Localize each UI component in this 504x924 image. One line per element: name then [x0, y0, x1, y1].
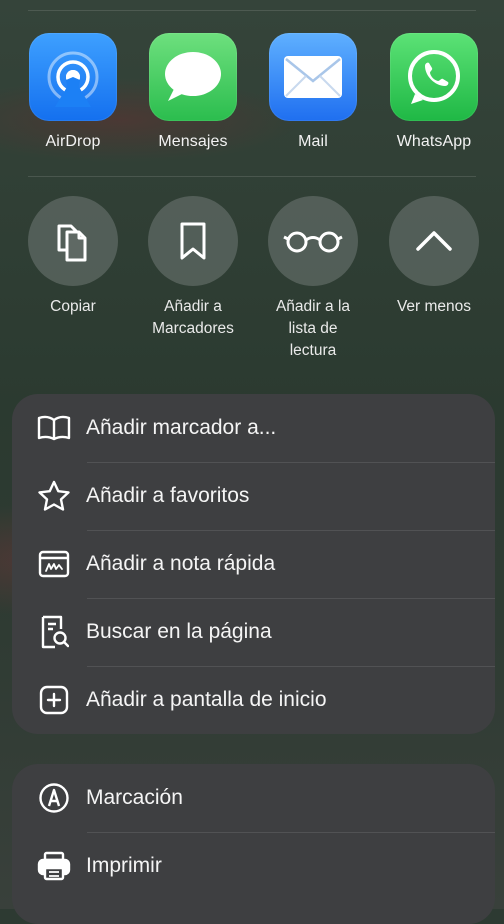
- share-actions-row: Copiar Añadir a Marcadores Añadir a la l…: [0, 196, 504, 366]
- mail-icon: [269, 33, 357, 121]
- action-ver-menos[interactable]: Ver menos: [374, 196, 494, 318]
- section-divider: [28, 176, 476, 177]
- find-in-page-icon: [34, 612, 74, 652]
- airdrop-icon: [29, 33, 117, 121]
- menu-item-label: Añadir a pantalla de inicio: [86, 688, 327, 711]
- menu-item-nota-rapida[interactable]: Añadir a nota rápida: [12, 530, 495, 598]
- menu-item-anadir-favoritos[interactable]: Añadir a favoritos: [12, 462, 495, 530]
- app-label: WhatsApp: [396, 133, 472, 150]
- app-label: AirDrop: [45, 133, 101, 150]
- menu-item-pantalla-inicio[interactable]: Añadir a pantalla de inicio: [12, 666, 495, 734]
- action-copiar[interactable]: Copiar: [13, 196, 133, 318]
- app-whatsapp[interactable]: WhatsApp: [379, 33, 489, 151]
- app-airdrop[interactable]: AirDrop: [18, 33, 128, 151]
- share-apps-row: AirDrop Mensajes Mail WhatsApp: [0, 33, 504, 163]
- menu-item-label: Buscar en la página: [86, 620, 272, 643]
- menu-item-label: Marcación: [86, 786, 183, 809]
- add-square-icon: [34, 680, 74, 720]
- reading-glasses-icon: [268, 196, 358, 286]
- menu-item-label: Añadir a nota rápida: [86, 552, 276, 575]
- printer-icon: [34, 846, 74, 886]
- secondary-menu: Marcación Imprimir: [12, 764, 495, 924]
- menu-item-imprimir[interactable]: Imprimir: [12, 832, 495, 900]
- markup-icon: [34, 778, 74, 818]
- action-label: Copiar: [50, 298, 96, 315]
- messages-icon: [149, 33, 237, 121]
- menu-item-anadir-marcador[interactable]: Añadir marcador a...: [12, 394, 495, 462]
- action-lista-lectura[interactable]: Añadir a la lista de lectura: [253, 196, 373, 362]
- action-anadir-marcadores[interactable]: Añadir a Marcadores: [133, 196, 253, 340]
- top-divider: [28, 10, 476, 11]
- action-label: Ver menos: [396, 298, 472, 315]
- star-icon: [34, 476, 74, 516]
- actions-menu: Añadir marcador a... Añadir a favoritos …: [12, 394, 495, 734]
- menu-item-label: Añadir a favoritos: [86, 484, 250, 507]
- action-label: Añadir a la lista de lectura: [275, 298, 351, 359]
- quick-note-icon: [34, 544, 74, 584]
- copy-icon: [28, 196, 118, 286]
- app-mail[interactable]: Mail: [258, 33, 368, 151]
- menu-item-label: Imprimir: [86, 854, 162, 877]
- menu-item-buscar-pagina[interactable]: Buscar en la página: [12, 598, 495, 666]
- action-label: Añadir a Marcadores: [152, 298, 234, 337]
- app-mensajes[interactable]: Mensajes: [138, 33, 248, 151]
- menu-item-marcacion[interactable]: Marcación: [12, 764, 495, 832]
- app-label: Mensajes: [158, 133, 228, 150]
- menu-item-label: Añadir marcador a...: [86, 416, 277, 439]
- chevron-up-icon: [389, 196, 479, 286]
- whatsapp-icon: [390, 33, 478, 121]
- bookmark-icon: [148, 196, 238, 286]
- app-label: Mail: [298, 133, 328, 150]
- book-icon: [34, 408, 74, 448]
